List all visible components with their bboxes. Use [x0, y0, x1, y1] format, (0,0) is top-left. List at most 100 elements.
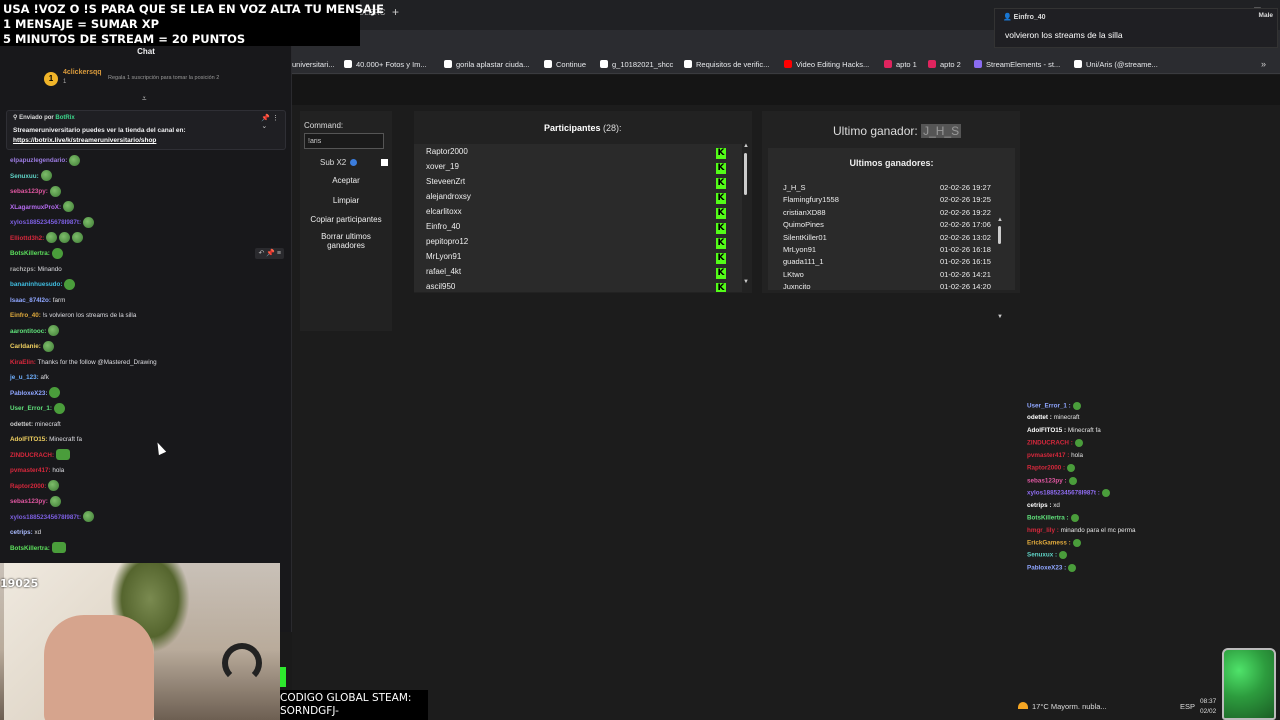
clear-button[interactable]: Limpiar	[300, 196, 392, 205]
chat-username[interactable]: sebas123py:	[10, 498, 48, 505]
chat-message: KiraElin: Thanks for the follow @Mastere…	[10, 355, 286, 371]
bookmark-favicon-icon	[1074, 60, 1082, 68]
message-actions-icon[interactable]: ↶ 📌 ≡	[255, 248, 284, 259]
winners-scroll-up-icon[interactable]: ▲	[997, 217, 1003, 223]
chat-username[interactable]: Raptor2000:	[10, 483, 46, 490]
overlay-chat-username: ErickGamess :	[1027, 539, 1071, 547]
scroll-up-icon[interactable]: ▲	[743, 143, 749, 149]
emote-icon	[49, 387, 61, 399]
delete-winners-button[interactable]: Borrar ultimos ganadores	[306, 232, 386, 250]
bookmark-item[interactable]: Continue	[544, 60, 586, 69]
chat-message: XLagarmuxProX:	[10, 200, 286, 216]
pin-icon[interactable]: 📌 ⋮ ⌄	[261, 114, 279, 130]
chat-username[interactable]: sebas123py:	[10, 188, 48, 195]
bookmark-item[interactable]: g_10182021_shcc	[600, 60, 673, 69]
winner-name: cristianXD88	[783, 207, 826, 217]
bookmark-item[interactable]: apto 1	[884, 60, 917, 69]
chat-username[interactable]: BotsKillertra:	[10, 545, 50, 552]
overlay-chat-username: hmgr_lily :	[1027, 526, 1059, 534]
chat-message: sebas123py:	[10, 494, 286, 510]
bookmark-item[interactable]: Video Editing Hacks...	[784, 60, 869, 69]
chat-username[interactable]: BotsKillertra:	[10, 250, 50, 257]
kick-platform-icon: K	[716, 163, 726, 174]
chat-username[interactable]: xylos18852345678I987t:	[10, 514, 81, 521]
last-winner-value: J_H_S	[921, 124, 962, 138]
winner-date: 02-02-26 19:22	[940, 207, 991, 217]
command-input[interactable]	[304, 133, 384, 149]
last-winner-label: Ultimo ganador:	[833, 124, 918, 138]
chat-username[interactable]: Elliottd3h2:	[10, 235, 44, 242]
chat-username[interactable]: Senuxuu:	[10, 173, 39, 180]
emote-icon	[51, 247, 63, 259]
participants-list[interactable]: Raptor2000 Kxover_19 K SteveenZrt Kalejandro…	[414, 144, 742, 292]
sub-x2-checkbox[interactable]	[381, 159, 388, 166]
participants-scrollbar[interactable]	[744, 153, 747, 195]
chat-username[interactable]: Einfro_40:	[10, 312, 41, 319]
collapse-icon[interactable]: ⩡	[142, 94, 147, 104]
new-tab-icon[interactable]: +	[392, 5, 399, 19]
winner-date: 01-02-26 14:21	[940, 269, 991, 279]
kick-platform-icon: K	[716, 208, 726, 219]
chat-username[interactable]: Isaac_874I2o:	[10, 297, 51, 304]
chat-notification-popup: 👤 Einfro_40 Male volvieron los streams d…	[994, 8, 1278, 48]
chat-username[interactable]: rachzps:	[10, 266, 36, 273]
chat-message: elpapuzlegendario:	[10, 153, 286, 169]
winner-name: SilentKiller01	[783, 232, 827, 242]
sub-banner-user[interactable]: 4clickersqq	[63, 69, 102, 76]
info-icon[interactable]	[350, 159, 358, 166]
chat-text: xd	[34, 529, 42, 536]
chat-username[interactable]: aarontitooc:	[10, 328, 46, 335]
bookmark-favicon-icon	[784, 60, 792, 68]
chat-username[interactable]: Carldanie:	[10, 343, 41, 350]
sub-x2-toggle-label: Sub X2	[320, 158, 358, 167]
chat-username[interactable]: cetrips:	[10, 529, 33, 536]
overlay-chat-username: AdolFITO15 :	[1027, 426, 1067, 434]
chat-username[interactable]: je_u_123:	[10, 374, 39, 381]
chat-username[interactable]: pvmaster417:	[10, 467, 51, 474]
bookmark-label: g_10182021_shcc	[612, 60, 674, 69]
bookmark-item[interactable]: apto 2	[928, 60, 961, 69]
chat-username[interactable]: odettet:	[10, 421, 33, 428]
chat-username[interactable]: ZINDUCRACH:	[10, 452, 54, 459]
chat-username[interactable]: elpapuzlegendario:	[10, 157, 67, 164]
chat-username[interactable]: bananinhuesudo:	[10, 281, 62, 288]
bookmark-item[interactable]: universitari...	[292, 60, 335, 69]
chat-username[interactable]: AdolFITO15:	[10, 436, 47, 443]
accept-button[interactable]: Aceptar	[300, 176, 392, 185]
sub-banner-message[interactable]: Regala 1 suscripción para tomar la posic…	[108, 75, 219, 81]
emote-icon	[1070, 514, 1079, 523]
bookmark-item[interactable]: StreamElements - st...	[974, 60, 1060, 69]
emote-icon	[1067, 464, 1076, 473]
bookmark-item[interactable]: Uni/Aris (@streame...	[1074, 60, 1158, 69]
chat-username[interactable]: PabloxeX23:	[10, 390, 47, 397]
winners-list[interactable]: Ultimos ganadores: J_H_S 02-02-26 19:27 Fl…	[768, 148, 1015, 292]
taskbar-clock[interactable]: 08:37 02/02	[1200, 697, 1216, 717]
chat-username[interactable]: xylos18852345678I987t:	[10, 219, 81, 226]
winner-date: 01-02-26 14:20	[940, 282, 991, 292]
language-indicator[interactable]: ESP	[1180, 702, 1195, 711]
bookmarks-more-icon[interactable]: »	[1261, 59, 1266, 69]
bookmark-item[interactable]: gorila aplastar ciuda...	[444, 60, 529, 69]
participant-name: Einfro_40	[426, 222, 461, 231]
pinned-bot-name[interactable]: BotRix	[55, 115, 74, 121]
emote-icon	[54, 402, 66, 414]
chat-username[interactable]: KiraElin:	[10, 359, 36, 366]
bookmark-item[interactable]: Requisitos de verific...	[684, 60, 769, 69]
winners-scroll-down-icon[interactable]: ▼	[997, 314, 1003, 320]
participants-count: (28):	[603, 123, 622, 133]
pinned-link[interactable]: https://botrix.live/k/streameruniversita…	[13, 137, 156, 144]
bookmark-item[interactable]: 40.000+ Fotos y Im...	[344, 60, 427, 69]
chat-username[interactable]: User_Error_1:	[10, 405, 52, 412]
winners-list-title: Ultimos ganadores:	[849, 158, 934, 168]
chat-message: rachzps: Minando	[10, 262, 286, 278]
overlay-chat-message: ErickGamess :	[1027, 538, 1081, 547]
kick-platform-icon: K	[716, 193, 726, 204]
copy-participants-button[interactable]: Copiar participantes	[300, 215, 392, 224]
weather-widget[interactable]: 17°C Mayorm. nubla...	[1018, 702, 1107, 711]
bookmark-label: gorila aplastar ciuda...	[456, 60, 530, 69]
webcam-feed: 19025	[0, 563, 280, 720]
chat-username[interactable]: XLagarmuxProX:	[10, 204, 61, 211]
scroll-down-icon[interactable]: ▼	[743, 279, 749, 285]
winners-scrollbar[interactable]	[998, 226, 1001, 244]
winners-panel: Ultimo ganador: J_H_S Ultimos ganadores:…	[762, 111, 1020, 320]
